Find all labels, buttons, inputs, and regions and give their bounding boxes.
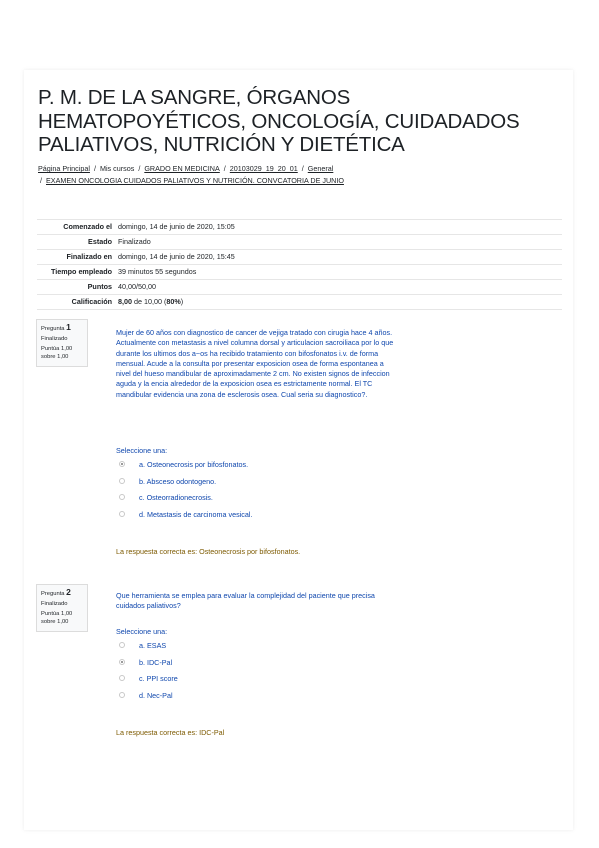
question-number: 2 [66,587,71,597]
summary-label: Tiempo empleado [37,264,115,280]
radio-button[interactable] [119,461,125,467]
grade-total: de 10,00 ( [132,297,167,306]
answer-option[interactable]: a. ESAS [119,640,166,650]
radio-button[interactable] [119,494,125,500]
summary-value: domingo, 14 de junio de 2020, 15:05 [115,219,562,235]
question-text: Mujer de 60 años con diagnostico de canc… [116,328,394,399]
question-text: Que herramienta se emplea para evaluar l… [116,591,375,611]
question-score: Puntúa 1,00 sobre 1,00 [41,611,73,625]
summary-row: Estado Finalizado [37,234,562,250]
summary-row: Finalizado en domingo, 14 de junio de 202… [37,249,562,265]
summary-row: Calificación 8,00 de 10,00 (80%) [37,294,562,310]
summary-row: Puntos 40,00/50,00 [37,279,562,295]
summary-label: Comenzado el [37,219,115,235]
summary-row: Comenzado el domingo, 14 de junio de 2020… [37,219,562,235]
breadcrumb-separator: / [93,164,96,173]
summary-value: 39 minutos 55 segundos [115,264,562,280]
question-label: Pregunta [41,326,65,332]
grade-percent: 80% [166,297,181,306]
summary-value: 8,00 de 10,00 (80%) [115,294,562,310]
breadcrumb-general[interactable]: General [308,164,334,173]
summary-value: 40,00/50,00 [115,279,562,295]
select-prompt: Seleccione una: [116,446,168,455]
answer-option[interactable]: c. Osteorradionecrosis. [119,492,213,502]
question-state: Finalizado [41,336,68,342]
correct-answer-feedback: La respuesta correcta es: IDC-Pal [116,728,225,737]
breadcrumb-my-courses: Mis cursos [99,164,135,173]
option-label: b. IDC-Pal [139,657,173,667]
page-title: P. M. DE LA SANGRE, ÓRGANOS HEMATOPOYÉTI… [38,86,520,156]
option-label: b. Absceso odontogeno. [139,476,217,486]
breadcrumb: Página Principal / Mis cursos / GRADO EN MED… [38,163,568,187]
option-label: c. PPI score [139,673,178,683]
breadcrumb-separator: / [301,164,304,173]
answer-option[interactable]: b. IDC-Pal [119,657,172,667]
breadcrumb-course[interactable]: GRADO EN MEDICINA [144,164,219,173]
option-label: a. ESAS [139,640,167,650]
radio-button[interactable] [119,675,125,681]
answer-option[interactable]: d. Nec-Pal [119,690,173,700]
radio-button[interactable] [119,642,125,648]
attempt-summary-table: Comenzado el domingo, 14 de junio de 2020… [37,219,562,310]
option-label: a. Osteonecrosis por bifosfonatos. [139,459,249,469]
question-number: 1 [66,322,71,332]
summary-value: domingo, 14 de junio de 2020, 15:45 [115,249,562,265]
summary-row: Tiempo empleado 39 minutos 55 segundos [37,264,562,280]
breadcrumb-separator: / [223,164,226,173]
summary-label: Calificación [37,294,115,310]
breadcrumb-exam[interactable]: EXAMEN ONCOLOGIA CUIDADOS PALIATIVOS Y N… [46,176,344,185]
radio-button[interactable] [119,659,125,665]
answer-option[interactable]: b. Absceso odontogeno. [119,476,216,486]
select-prompt: Seleccione una: [116,627,168,636]
question-info-box: Pregunta 2 Finalizado Puntúa 1,00 sobre … [36,584,88,632]
grade-close: ) [180,297,184,306]
answer-option[interactable]: d. Metastasis de carcinoma vesical. [119,509,252,519]
breadcrumb-home[interactable]: Página Principal [38,164,90,173]
summary-label: Estado [37,234,115,250]
breadcrumb-group[interactable]: 20103029_19_20_01 [230,164,298,173]
question-info-box: Pregunta 1 Finalizado Puntúa 1,00 sobre … [36,319,88,367]
correct-answer-feedback: La respuesta correcta es: Osteonecrosis … [116,547,301,556]
breadcrumb-separator: / [138,164,141,173]
option-label: d. Nec-Pal [139,690,173,700]
summary-label: Finalizado en [37,249,115,265]
option-label: d. Metastasis de carcinoma vesical. [139,509,253,519]
answer-option[interactable]: c. PPI score [119,673,178,683]
question-score: Puntúa 1,00 sobre 1,00 [41,346,73,360]
option-label: c. Osteorradionecrosis. [139,492,213,502]
breadcrumb-separator: / [40,176,42,185]
question-state: Finalizado [41,601,68,607]
radio-button[interactable] [119,692,125,698]
grade-value: 8,00 [118,297,132,306]
radio-button[interactable] [119,511,125,517]
summary-value: Finalizado [115,234,562,250]
answer-option[interactable]: a. Osteonecrosis por bifosfonatos. [119,459,248,469]
radio-button[interactable] [119,478,125,484]
summary-label: Puntos [37,279,115,295]
question-label: Pregunta [41,591,65,597]
